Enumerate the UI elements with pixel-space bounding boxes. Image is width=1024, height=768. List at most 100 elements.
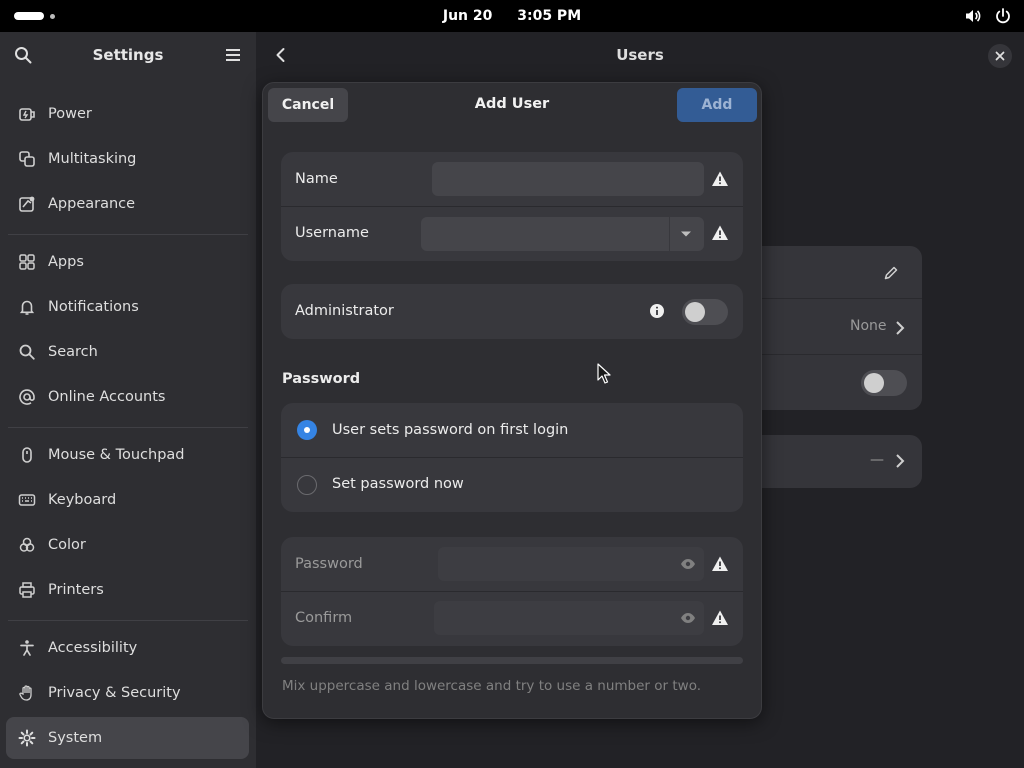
autologin-value: None [850,318,887,334]
sidebar-item-privacy-security[interactable]: Privacy & Security [6,672,249,714]
sidebar-item-power[interactable]: Power [6,93,249,135]
sidebar-item-label: Multitasking [48,151,137,167]
appearance-icon [18,195,36,213]
username-combobox[interactable] [421,217,704,251]
name-label: Name [295,171,338,187]
identity-card: Name Username [281,152,743,261]
sidebar-separator [8,234,248,235]
password-row: Password [281,537,743,592]
volume-icon [966,10,981,22]
sidebar-item-multitasking[interactable]: Multitasking [6,138,249,180]
confirm-field[interactable] [434,601,704,635]
close-icon [995,51,1005,61]
sidebar-item-label: Printers [48,582,104,598]
radio-first-login[interactable] [297,420,317,440]
search-icon [18,343,36,361]
edit-pencil-icon[interactable] [883,265,899,281]
eye-icon[interactable] [680,612,696,624]
sidebar-item-label: Appearance [48,196,136,212]
at-icon [18,388,36,406]
main-header: Users [256,32,1024,78]
chevron-down-icon[interactable] [680,230,692,238]
apps-icon [18,253,36,271]
hand-icon [18,684,36,702]
accessibility-icon [18,639,36,657]
sidebar-title: Settings [92,46,164,64]
warning-icon [712,225,728,240]
color-icon [18,536,36,554]
sidebar-item-label: Notifications [48,299,139,315]
option-first-login-label: User sets password on first login [332,422,569,438]
password-strength-bar [281,657,743,664]
hamburger-menu-icon[interactable] [222,44,244,66]
sidebar-item-label: System [48,730,103,746]
name-row: Name [281,152,743,207]
sidebar-item-label: Apps [48,254,84,270]
administrator-card: Administrator [281,284,743,339]
add-button[interactable]: Add [677,88,757,122]
chevron-right-icon[interactable] [894,320,906,336]
option-set-now-row[interactable]: Set password now [281,457,743,512]
mouse-icon [18,446,36,464]
sidebar-item-color[interactable]: Color [6,524,249,566]
sidebar-item-label: Keyboard [48,492,117,508]
sidebar-item-system[interactable]: System [6,717,249,759]
sidebar-item-keyboard[interactable]: Keyboard [6,479,249,521]
bell-icon [18,298,36,316]
option-first-login-row[interactable]: User sets password on first login [281,403,743,458]
sidebar-item-label: Mouse & Touchpad [48,447,185,463]
sidebar-header: Settings [0,32,256,78]
sidebar-item-label: Color [48,537,86,553]
row-separator [762,354,922,355]
sidebar-item-mouse-touchpad[interactable]: Mouse & Touchpad [6,434,249,476]
name-field[interactable] [432,162,704,196]
warning-icon [712,556,728,571]
sidebar-item-label: Privacy & Security [48,685,181,701]
clock[interactable]: Jun 20 3:05 PM [0,0,1024,32]
background-toggle[interactable] [861,370,907,396]
info-icon[interactable] [649,303,665,319]
system-tray[interactable] [964,7,1012,25]
password-options-card: User sets password on first login Set pa… [281,403,743,512]
power-icon [18,105,36,123]
mouse-pointer-icon [597,363,611,384]
sidebar-item-label: Power [48,106,92,122]
sidebar-item-appearance[interactable]: Appearance [6,183,249,225]
close-button[interactable] [988,44,1012,68]
search-icon[interactable] [12,44,34,66]
row-separator [762,298,922,299]
username-row: Username [281,206,743,261]
sidebar-item-apps[interactable]: Apps [6,241,249,283]
password-entry-card: Password Confirm [281,537,743,646]
radio-set-now[interactable] [297,475,317,495]
sidebar-item-printers[interactable]: Printers [6,569,249,611]
eye-icon[interactable] [680,558,696,570]
add-user-dialog: Add User Cancel Add Name Username Admini… [262,82,762,719]
sidebar-item-accessibility[interactable]: Accessibility [6,627,249,669]
multitasking-icon [18,150,36,168]
power-menu-icon [996,8,1010,24]
password-section-heading: Password [282,371,361,387]
password-field[interactable] [438,547,704,581]
page-title: Users [616,46,664,64]
administrator-label: Administrator [295,303,394,319]
sidebar: Settings Power Multitasking Appearance A… [0,32,256,768]
administrator-toggle[interactable] [682,299,728,325]
confirm-label: Confirm [295,610,353,626]
sidebar-item-online-accounts[interactable]: Online Accounts [6,376,249,418]
option-set-now-label: Set password now [332,476,464,492]
clock-date: Jun 20 [442,8,493,24]
username-label: Username [295,225,369,241]
gear-icon [18,729,36,747]
sidebar-item-label: Accessibility [48,640,138,656]
sidebar-item-search[interactable]: Search [6,331,249,373]
chevron-right-icon[interactable] [894,453,906,469]
sidebar-item-notifications[interactable]: Notifications [6,286,249,328]
keyboard-icon [18,491,36,509]
combo-divider [669,217,670,251]
cancel-button[interactable]: Cancel [268,88,348,122]
fingerprint-value: — [870,452,884,468]
warning-icon [712,610,728,625]
clock-time: 3:05 PM [517,8,582,24]
top-bar: Jun 20 3:05 PM [0,0,1024,32]
